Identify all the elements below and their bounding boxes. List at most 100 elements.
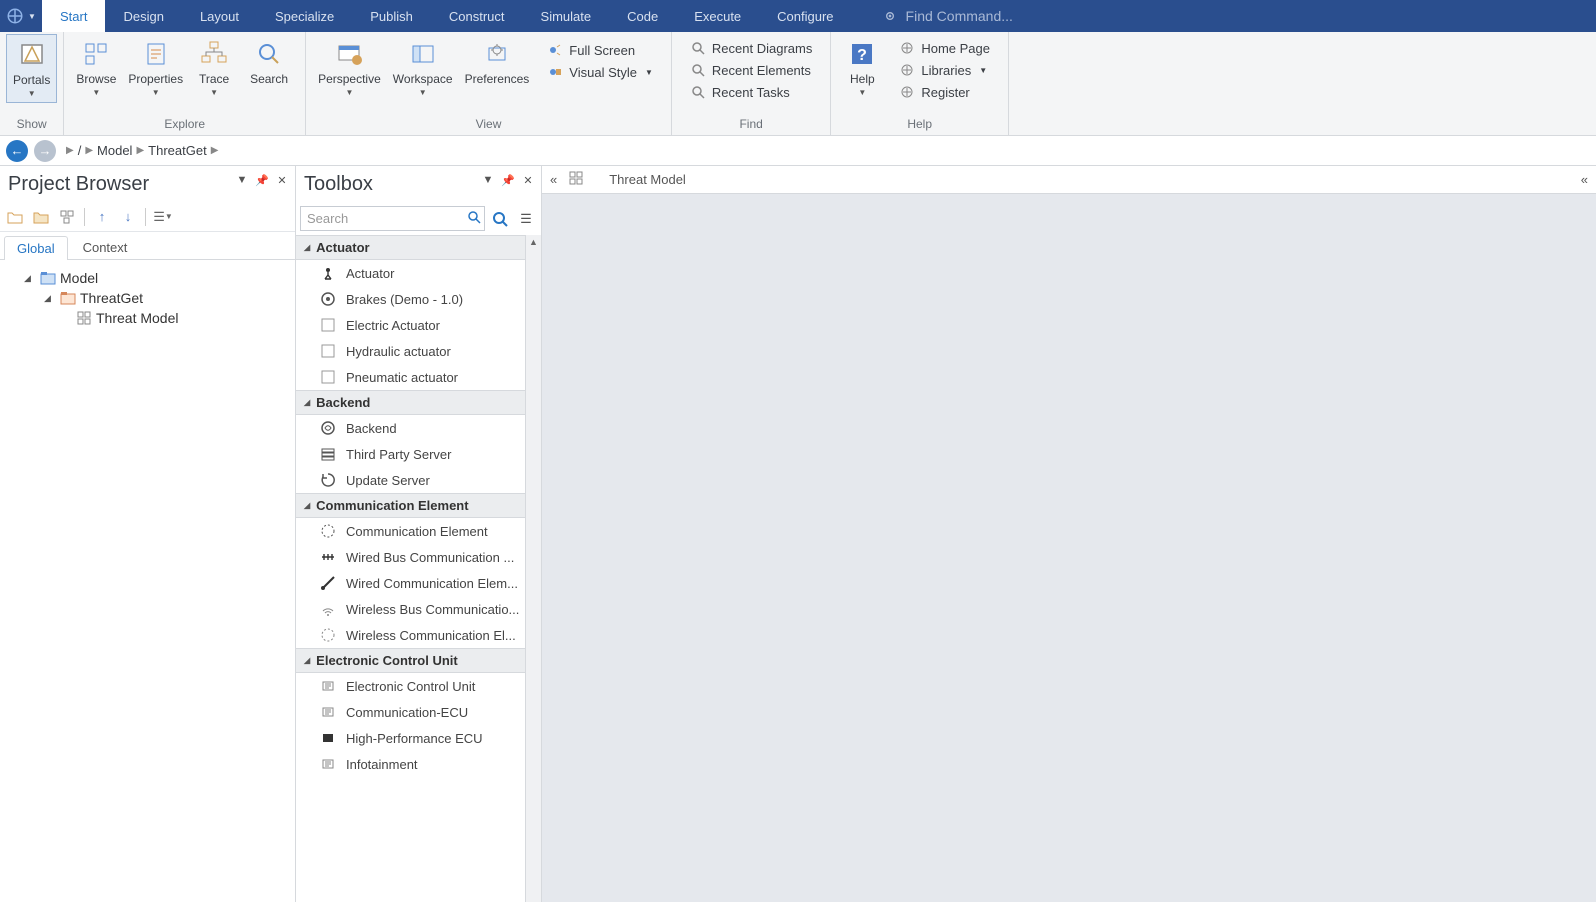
- toolbox-item[interactable]: Backend: [296, 415, 541, 441]
- tree-node-model[interactable]: ◢ Model: [4, 268, 291, 288]
- group-label-find: Find: [678, 115, 824, 135]
- new-diagram-icon[interactable]: [58, 208, 76, 226]
- toolbox-item[interactable]: Infotainment: [296, 751, 541, 777]
- trace-button[interactable]: Trace ▼: [189, 34, 239, 101]
- new-model-icon[interactable]: [6, 208, 24, 226]
- menu-item-construct[interactable]: Construct: [431, 0, 523, 32]
- toolbox-item[interactable]: Wireless Communication El...: [296, 622, 541, 648]
- recent-tasks-button[interactable]: Recent Tasks: [686, 82, 816, 102]
- package-icon: [60, 290, 76, 306]
- toolbox-item[interactable]: Wireless Bus Communicatio...: [296, 596, 541, 622]
- toolbox-item[interactable]: Hydraulic actuator: [296, 338, 541, 364]
- preferences-button[interactable]: Preferences: [459, 34, 536, 90]
- toolbox-item[interactable]: Wired Communication Elem...: [296, 570, 541, 596]
- tab-global[interactable]: Global: [4, 236, 68, 260]
- toolbox-find-button[interactable]: [489, 208, 511, 230]
- help-icon: ?: [846, 38, 878, 70]
- canvas-body[interactable]: [542, 194, 1596, 902]
- nav-forward-button[interactable]: →: [34, 140, 56, 162]
- portals-button[interactable]: Portals ▼: [6, 34, 57, 103]
- pin-icon[interactable]: 📌: [501, 174, 515, 187]
- libraries-button[interactable]: Libraries▼: [895, 60, 994, 80]
- menu-item-specialize[interactable]: Specialize: [257, 0, 352, 32]
- breadcrumb-model[interactable]: Model: [97, 143, 132, 158]
- pin-icon[interactable]: 📌: [255, 174, 269, 187]
- workspace-icon: [407, 38, 439, 70]
- menu-item-layout[interactable]: Layout: [182, 0, 257, 32]
- toolbox-item[interactable]: Electric Actuator: [296, 312, 541, 338]
- close-icon[interactable]: ✕: [521, 174, 535, 187]
- toolbox-category[interactable]: ◢Backend: [296, 390, 541, 415]
- menu-item-simulate[interactable]: Simulate: [523, 0, 610, 32]
- menu-item-design[interactable]: Design: [105, 0, 181, 32]
- toolbox-menu-button[interactable]: ☰: [515, 208, 537, 230]
- toolbox-item[interactable]: Wired Bus Communication ...: [296, 544, 541, 570]
- scrollbar[interactable]: ▲: [525, 235, 541, 902]
- home-page-button[interactable]: Home Page: [895, 38, 994, 58]
- visualstyle-button[interactable]: Visual Style ▼: [543, 62, 657, 82]
- tree-label: ThreatGet: [80, 290, 143, 306]
- ribbon-group-view: Perspective ▼ Workspace ▼ Preferences Fu…: [306, 32, 672, 135]
- toolbox-item[interactable]: High-Performance ECU: [296, 725, 541, 751]
- toolbox-item[interactable]: Brakes (Demo - 1.0): [296, 286, 541, 312]
- toolbox-item[interactable]: Third Party Server: [296, 441, 541, 467]
- backend-icon: [320, 420, 336, 436]
- toolbox-item[interactable]: Pneumatic actuator: [296, 364, 541, 390]
- recent-tasks-label: Recent Tasks: [712, 85, 790, 100]
- app-logo[interactable]: ▼: [0, 0, 42, 32]
- chevron-down-icon: ▼: [345, 88, 353, 97]
- chevron-down-icon: ▼: [92, 88, 100, 97]
- menu-item-start[interactable]: Start: [42, 0, 105, 32]
- toolbox-item[interactable]: Actuator: [296, 260, 541, 286]
- breadcrumb-threatget[interactable]: ThreatGet: [148, 143, 207, 158]
- hamburger-icon[interactable]: ☰ ▼: [154, 208, 172, 226]
- recent-diagrams-button[interactable]: Recent Diagrams: [686, 38, 816, 58]
- fullscreen-button[interactable]: Full Screen: [543, 40, 657, 60]
- menu-item-configure[interactable]: Configure: [759, 0, 851, 32]
- perspective-button[interactable]: Perspective ▼: [312, 34, 387, 101]
- browse-button[interactable]: Browse ▼: [70, 34, 122, 101]
- search-icon[interactable]: [467, 210, 481, 227]
- toolbox-category[interactable]: ◢Actuator: [296, 235, 541, 260]
- toolbox-category[interactable]: ◢Electronic Control Unit: [296, 648, 541, 673]
- category-label: Backend: [316, 395, 370, 410]
- toolbox-search-input[interactable]: [300, 206, 485, 231]
- toolbox-item[interactable]: Update Server: [296, 467, 541, 493]
- menu-item-publish[interactable]: Publish: [352, 0, 431, 32]
- toolbox-category[interactable]: ◢Communication Element: [296, 493, 541, 518]
- help-button[interactable]: ? Help ▼: [837, 34, 887, 101]
- tab-context[interactable]: Context: [70, 235, 141, 259]
- toolbox-item[interactable]: Communication-ECU: [296, 699, 541, 725]
- find-command-input[interactable]: [906, 8, 1106, 24]
- search-button[interactable]: Search: [239, 34, 299, 90]
- collapse-left-icon[interactable]: «: [550, 172, 557, 187]
- update-icon: [320, 472, 336, 488]
- chevron-down-icon: ▼: [210, 88, 218, 97]
- trace-label: Trace: [199, 72, 229, 86]
- move-down-icon[interactable]: ↓: [119, 208, 137, 226]
- properties-button[interactable]: Properties ▼: [122, 34, 189, 101]
- close-icon[interactable]: ✕: [275, 174, 289, 187]
- nav-back-button[interactable]: ←: [6, 140, 28, 162]
- find-command[interactable]: [882, 0, 1106, 32]
- tree-node-threat-model[interactable]: Threat Model: [4, 308, 291, 328]
- chevron-down-icon: ▼: [28, 89, 36, 98]
- move-up-icon[interactable]: ↑: [93, 208, 111, 226]
- toolbox-item[interactable]: Electronic Control Unit: [296, 673, 541, 699]
- panel-dropdown-icon[interactable]: ▼: [481, 174, 495, 187]
- toolbox-item-label: Wireless Communication El...: [346, 628, 516, 643]
- register-button[interactable]: Register: [895, 82, 994, 102]
- tree-node-threatget[interactable]: ◢ ThreatGet: [4, 288, 291, 308]
- grid-icon[interactable]: [569, 171, 583, 188]
- recent-elements-button[interactable]: Recent Elements: [686, 60, 816, 80]
- toolbox-item[interactable]: Communication Element: [296, 518, 541, 544]
- menu-item-code[interactable]: Code: [609, 0, 676, 32]
- new-package-icon[interactable]: [32, 208, 50, 226]
- toolbox-title: Toolbox: [304, 173, 373, 196]
- collapse-right-icon[interactable]: «: [1581, 172, 1588, 187]
- project-tree: ◢ Model ◢ ThreatGet Threat Model: [0, 260, 295, 336]
- panel-dropdown-icon[interactable]: ▼: [235, 174, 249, 187]
- workspace-button[interactable]: Workspace ▼: [387, 34, 459, 101]
- breadcrumb-root[interactable]: /: [78, 143, 82, 158]
- menu-item-execute[interactable]: Execute: [676, 0, 759, 32]
